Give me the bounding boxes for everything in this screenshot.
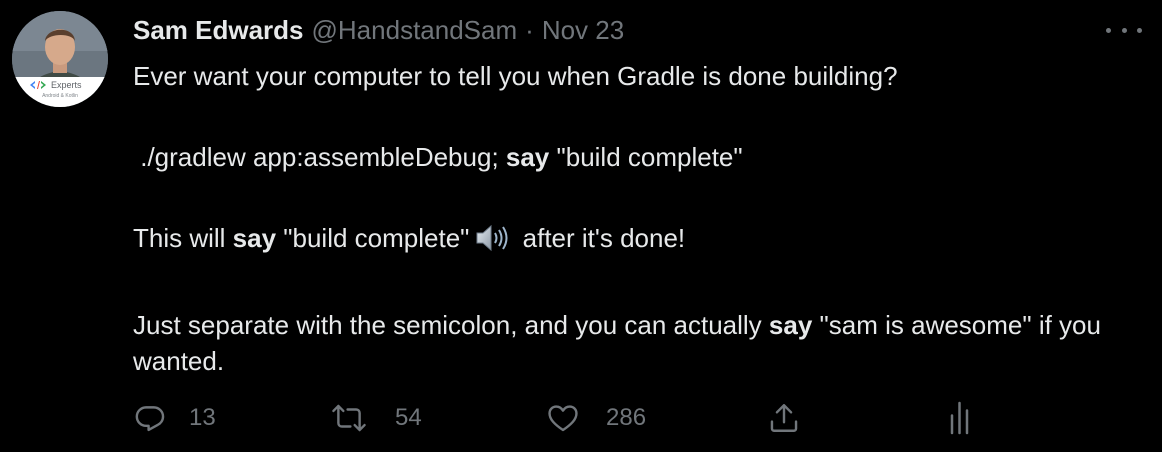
share-icon bbox=[770, 404, 798, 432]
tweet-line-2: ./gradlew app:assembleDebug; say "build … bbox=[133, 142, 743, 172]
experts-badge-sub: Android & Kotlin bbox=[42, 93, 78, 99]
tweet-date[interactable]: Nov 23 bbox=[542, 15, 624, 46]
more-dot-icon bbox=[1137, 27, 1142, 33]
experts-badge-label: Experts bbox=[51, 80, 82, 90]
avatar[interactable]: Experts Android & Kotlin bbox=[12, 11, 108, 107]
author-name[interactable]: Sam Edwards bbox=[133, 15, 304, 46]
like-count: 286 bbox=[606, 404, 647, 431]
speaker-high-volume-icon bbox=[475, 223, 509, 262]
tweet-actions: 13 54 286 bbox=[133, 398, 1033, 438]
retweet-icon bbox=[332, 404, 366, 432]
developers-logo-icon bbox=[30, 81, 46, 89]
tweet-header: Sam Edwards @HandstandSam · Nov 23 bbox=[133, 14, 624, 46]
reply-icon bbox=[135, 406, 165, 432]
tweet-line-4: Just separate with the semicolon, and yo… bbox=[133, 310, 1101, 376]
header-separator: · bbox=[525, 14, 534, 45]
more-dot-icon bbox=[1121, 27, 1127, 33]
retweet-button[interactable]: 54 bbox=[331, 398, 422, 438]
reply-count: 13 bbox=[189, 404, 216, 431]
tweet-card[interactable]: Experts Android & Kotlin Sam Edwards @Ha… bbox=[0, 0, 1162, 452]
like-icon bbox=[548, 405, 578, 432]
experts-badge: Experts bbox=[28, 79, 82, 91]
analytics-icon bbox=[950, 401, 969, 435]
author-handle[interactable]: @HandstandSam bbox=[312, 15, 518, 46]
like-button[interactable]: 286 bbox=[545, 398, 646, 438]
more-options-button[interactable] bbox=[1106, 18, 1142, 42]
retweet-count: 54 bbox=[395, 404, 422, 431]
more-dot-icon bbox=[1106, 27, 1111, 33]
tweet-text: Ever want your computer to tell you when… bbox=[133, 58, 1123, 379]
analytics-button[interactable] bbox=[947, 398, 977, 438]
share-button[interactable] bbox=[767, 398, 801, 438]
tweet-line-1: Ever want your computer to tell you when… bbox=[133, 61, 898, 91]
tweet-line-3: This will say "build complete" after it'… bbox=[133, 220, 1123, 262]
reply-button[interactable]: 13 bbox=[133, 398, 216, 438]
